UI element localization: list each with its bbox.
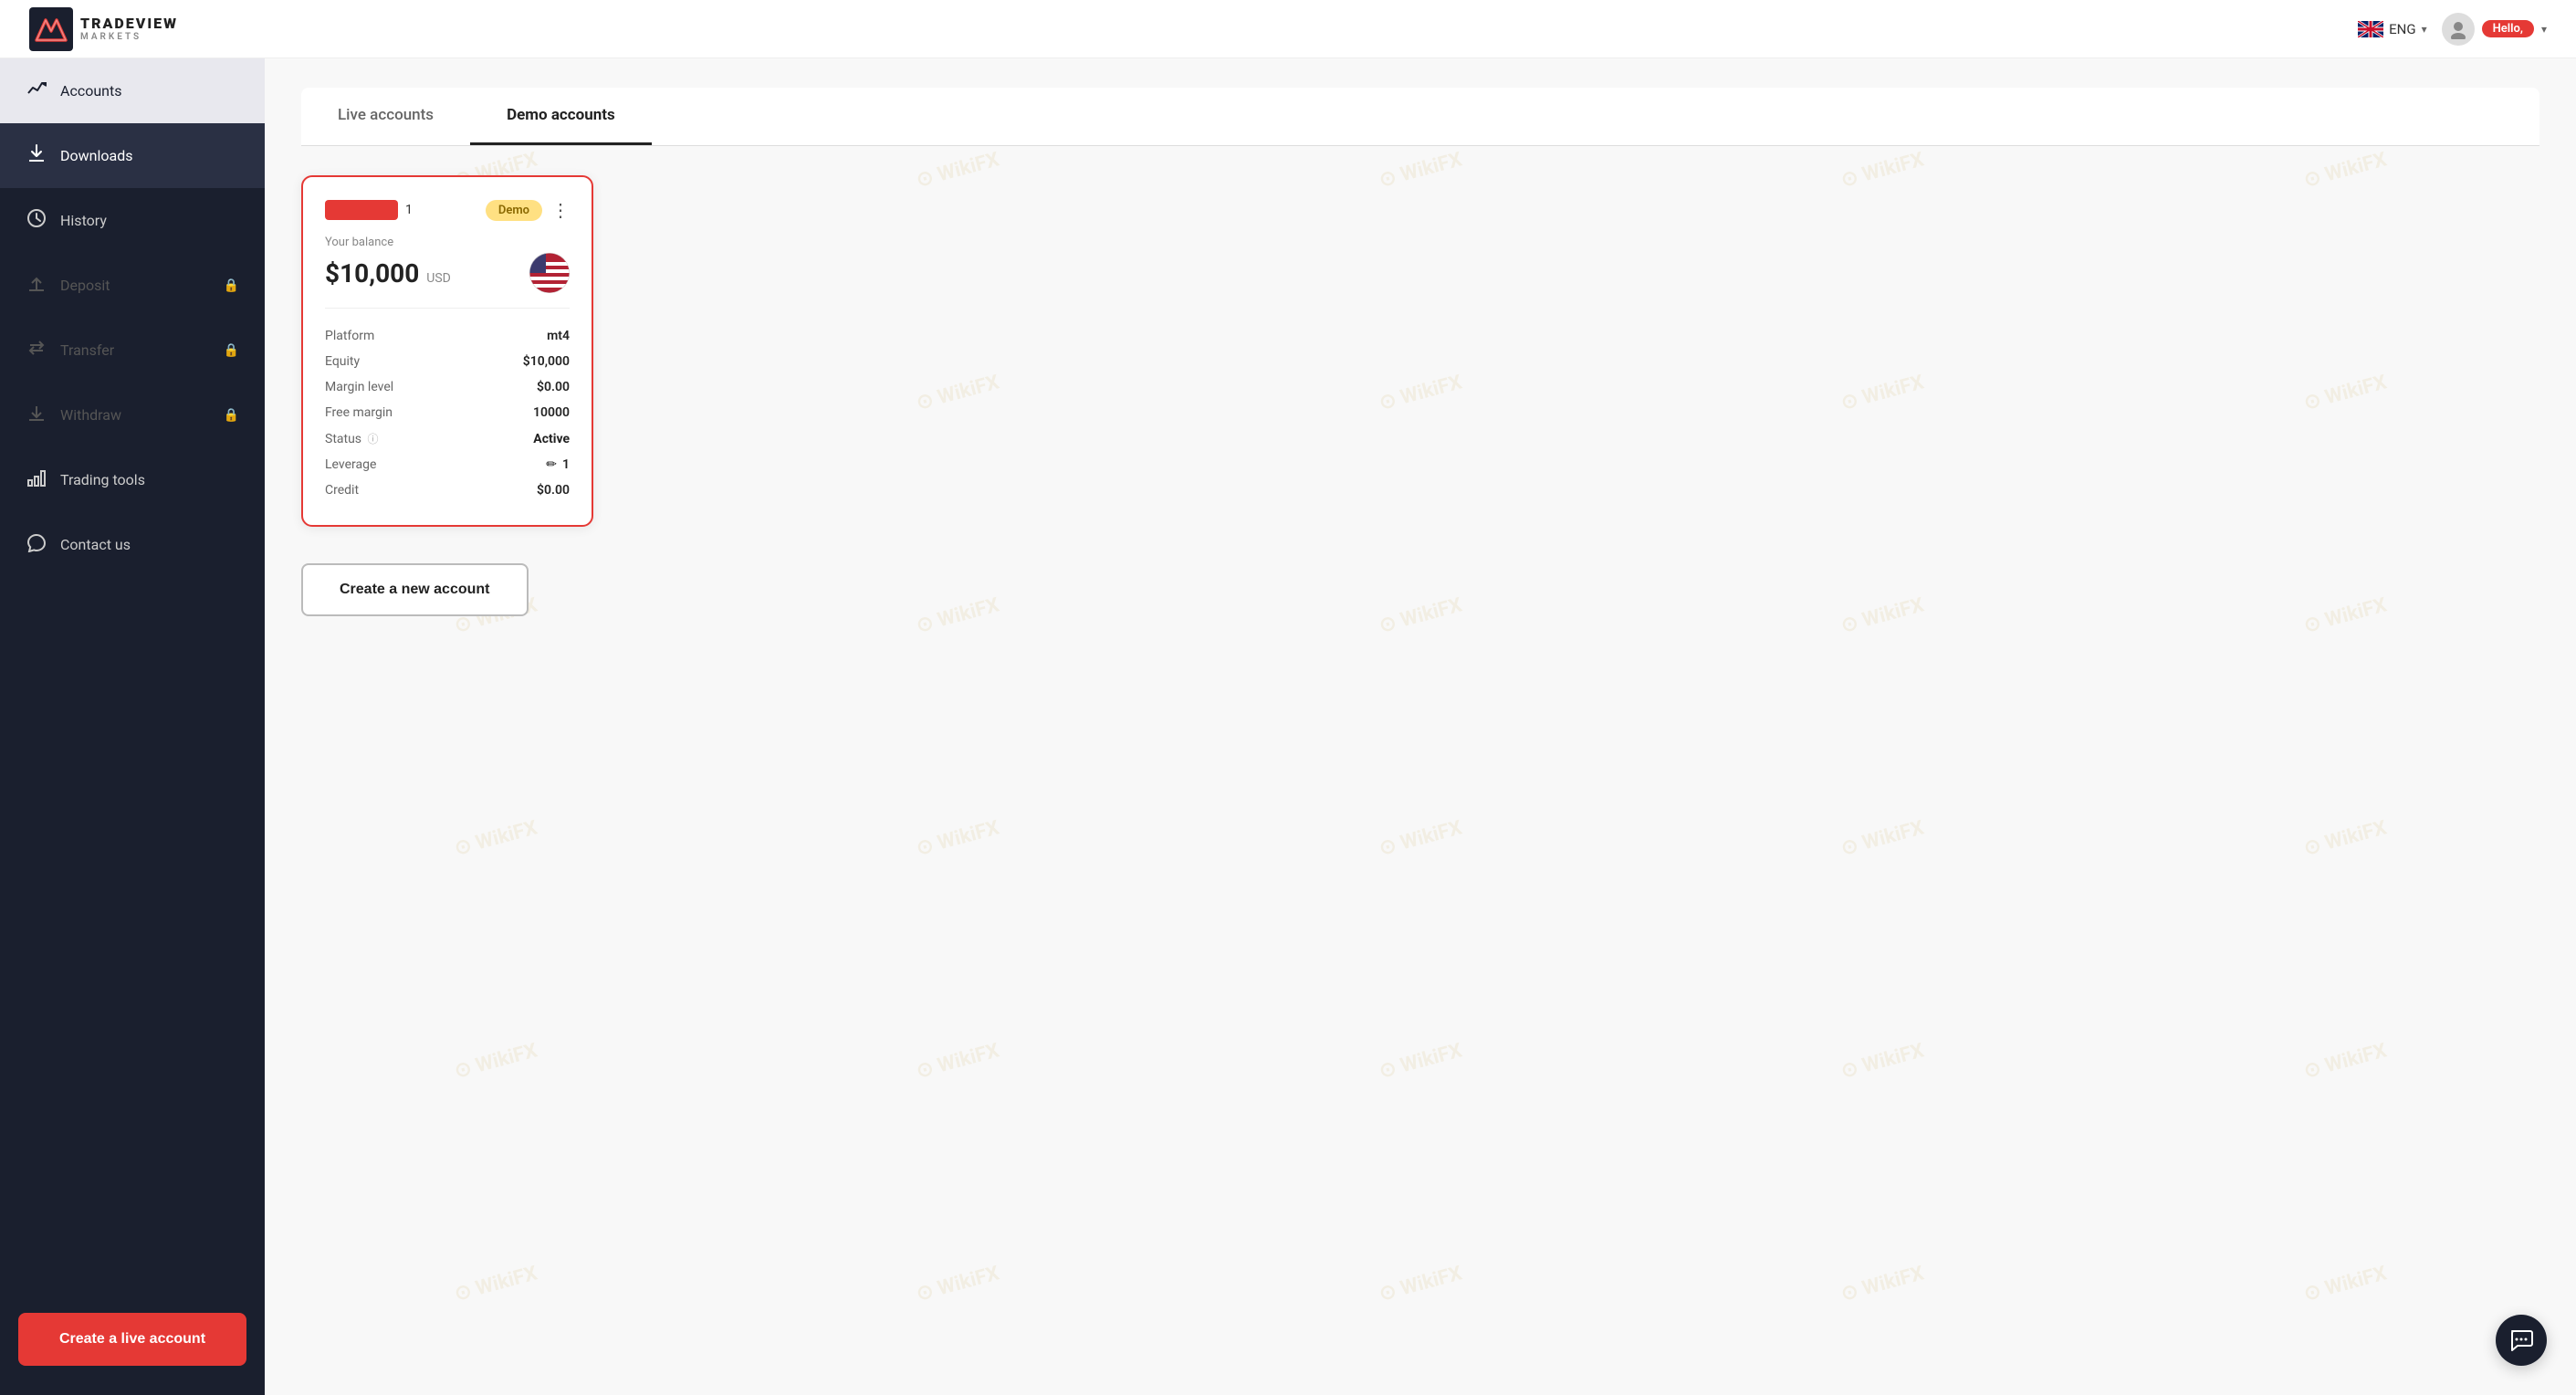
accounts-list: 1 Demo ⋮ Your balance $10,000 USD: [301, 146, 2539, 556]
sidebar-item-downloads[interactable]: Downloads: [0, 123, 265, 188]
trading-tools-label: Trading tools: [60, 471, 145, 488]
language-selector[interactable]: ENG ▾: [2358, 21, 2426, 37]
tab-demo-accounts[interactable]: Demo accounts: [470, 88, 652, 145]
usd-flag-icon: [529, 253, 570, 293]
margin-level-label: Margin level: [325, 380, 393, 394]
transfer-icon: [26, 338, 47, 362]
detail-row-margin-level: Margin level $0.00: [325, 374, 570, 400]
free-margin-value: 10000: [533, 405, 570, 420]
contact-icon: [26, 532, 47, 557]
logo[interactable]: TRADEVIEW MARKETS: [29, 7, 178, 51]
detail-row-credit: Credit $0.00: [325, 477, 570, 503]
contact-label: Contact us: [60, 536, 131, 553]
leverage-value: 1: [562, 457, 570, 472]
status-value: Active: [533, 432, 570, 446]
demo-account-card: 1 Demo ⋮ Your balance $10,000 USD: [301, 175, 593, 527]
withdraw-label: Withdraw: [60, 406, 121, 424]
demo-badge: Demo: [486, 200, 542, 221]
platform-value: mt4: [547, 329, 570, 343]
downloads-label: Downloads: [60, 147, 132, 164]
leverage-label: Leverage: [325, 457, 376, 472]
margin-level-value: $0.00: [537, 380, 570, 394]
history-icon: [26, 208, 47, 233]
uk-flag-icon: [2358, 21, 2383, 37]
credit-label: Credit: [325, 483, 359, 498]
balance-currency: USD: [426, 271, 451, 286]
accounts-label: Accounts: [60, 82, 121, 100]
withdraw-icon: [26, 403, 47, 427]
language-label: ENG: [2389, 21, 2415, 37]
detail-row-equity: Equity $10,000: [325, 349, 570, 374]
sidebar-item-contact-us[interactable]: Contact us: [0, 512, 265, 577]
sidebar-item-transfer: Transfer 🔒: [0, 318, 265, 383]
detail-row-free-margin: Free margin 10000: [325, 400, 570, 425]
leverage-value-area: ✏ 1: [546, 457, 570, 472]
header-right: ENG ▾ Hello, ▾: [2358, 13, 2547, 46]
balance-amount: $10,000: [325, 258, 419, 288]
deposit-icon: [26, 273, 47, 298]
sidebar-item-accounts[interactable]: Accounts: [0, 58, 265, 123]
sidebar-item-deposit: Deposit 🔒: [0, 253, 265, 318]
chat-button[interactable]: [2496, 1315, 2547, 1366]
free-margin-label: Free margin: [325, 405, 393, 420]
downloads-icon: [26, 143, 47, 168]
status-info-icon: ⓘ: [368, 433, 379, 446]
redacted-name-bar: [325, 200, 398, 220]
header: TRADEVIEW MARKETS ENG ▾ H: [0, 0, 2576, 58]
card-divider: [325, 308, 570, 309]
sidebar-item-withdraw: Withdraw 🔒: [0, 383, 265, 447]
platform-label: Platform: [325, 329, 374, 343]
balance-label: Your balance: [325, 236, 570, 249]
create-new-account-button[interactable]: Create a new account: [301, 563, 529, 616]
account-tabs: Live accounts Demo accounts: [301, 88, 2539, 146]
logo-tradeview: TRADEVIEW: [80, 16, 178, 32]
user-chevron-icon: ▾: [2541, 23, 2547, 36]
history-label: History: [60, 212, 107, 229]
chat-icon: [2508, 1327, 2534, 1353]
account-name-area: 1: [325, 200, 413, 220]
logo-markets: MARKETS: [80, 32, 178, 42]
balance-row: $10,000 USD: [325, 253, 570, 293]
credit-value: $0.00: [537, 483, 570, 498]
tab-live-accounts[interactable]: Live accounts: [301, 88, 470, 145]
detail-row-status: Status ⓘ Active: [325, 425, 570, 452]
create-live-account-button[interactable]: Create a live account: [18, 1313, 246, 1366]
equity-label: Equity: [325, 354, 360, 369]
deposit-lock-icon: 🔒: [224, 278, 239, 293]
layout: Accounts Downloads History Deposit 🔒: [0, 58, 2576, 1395]
withdraw-lock-icon: 🔒: [224, 408, 239, 423]
hello-badge: Hello,: [2482, 20, 2534, 37]
lang-chevron-icon: ▾: [2422, 23, 2427, 36]
card-header: 1 Demo ⋮: [325, 199, 570, 221]
transfer-lock-icon: 🔒: [224, 343, 239, 358]
detail-row-leverage: Leverage ✏ 1: [325, 452, 570, 477]
trading-tools-icon: [26, 467, 47, 492]
user-menu[interactable]: Hello, ▾: [2442, 13, 2547, 46]
sidebar: Accounts Downloads History Deposit 🔒: [0, 58, 265, 1395]
account-details: Platform mt4 Equity $10,000 Margin level…: [325, 323, 570, 503]
equity-value: $10,000: [523, 354, 570, 369]
main-content-area: ⊙ WikiFX ⊙ WikiFX ⊙ WikiFX ⊙ WikiFX ⊙ Wi…: [265, 58, 2576, 1395]
status-label: Status ⓘ: [325, 431, 379, 446]
sidebar-item-trading-tools[interactable]: Trading tools: [0, 447, 265, 512]
sidebar-item-history[interactable]: History: [0, 188, 265, 253]
leverage-edit-icon[interactable]: ✏: [546, 457, 557, 472]
transfer-label: Transfer: [60, 341, 114, 359]
accounts-icon: [26, 79, 47, 103]
account-id: 1: [405, 203, 413, 217]
deposit-label: Deposit: [60, 277, 110, 294]
user-avatar-icon: [2442, 13, 2475, 46]
card-menu-icon[interactable]: ⋮: [551, 199, 570, 221]
detail-row-platform: Platform mt4: [325, 323, 570, 349]
